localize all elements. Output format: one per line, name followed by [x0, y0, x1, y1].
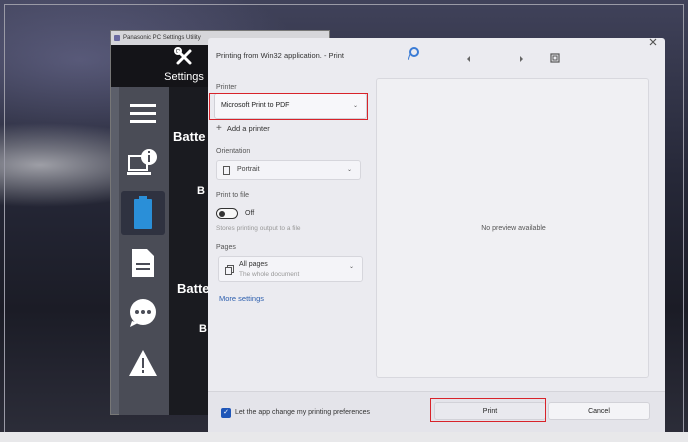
print-to-file-toggle[interactable] — [216, 208, 238, 219]
chevron-down-icon: ⌄ — [352, 103, 358, 109]
pages-selected-value: All pages — [239, 261, 268, 268]
pages-icon — [225, 265, 234, 277]
panasonic-window-title: Panasonic PC Settings Utility — [123, 35, 201, 41]
app-preferences-checkbox[interactable]: ✓ — [221, 408, 231, 418]
page-icon — [223, 165, 230, 183]
no-preview-text: No preview available — [481, 225, 546, 232]
sidebar-document-button[interactable] — [121, 241, 165, 285]
print-to-file-label: Print to file — [216, 192, 250, 199]
bottom-strip — [0, 432, 688, 442]
pages-label: Pages — [216, 244, 236, 251]
app-preferences-label: Let the app change my printing preferenc… — [235, 409, 371, 416]
battery-subheading: B — [197, 185, 205, 197]
more-settings-link[interactable]: More settings — [219, 294, 264, 303]
chat-bubble-icon — [130, 299, 156, 327]
print-preview-pane: No preview available — [376, 78, 649, 378]
orientation-selected-value: Portrait — [237, 166, 260, 173]
prev-page-icon[interactable] — [466, 55, 472, 65]
sidebar-menu-button[interactable] — [121, 91, 165, 135]
checkmark-icon: ✓ — [223, 409, 229, 416]
battery-heading-2: Batte — [177, 281, 210, 296]
tools-icon — [159, 47, 209, 71]
panasonic-sidebar — [119, 87, 169, 415]
pages-select[interactable]: All pages The whole document ⌄ — [218, 256, 363, 282]
add-printer-button[interactable]: + Add a printer — [216, 123, 270, 134]
orientation-select[interactable]: Portrait ⌄ — [216, 160, 361, 180]
toggle-knob — [219, 210, 225, 217]
document-icon — [132, 249, 154, 277]
warning-icon — [129, 350, 157, 376]
chevron-down-icon: ⌄ — [346, 167, 352, 173]
next-page-icon[interactable] — [518, 55, 524, 65]
printer-selected-value: Microsoft Print to PDF — [221, 102, 290, 109]
menu-icon — [130, 104, 156, 123]
sidebar-pc-info-button[interactable] — [121, 141, 165, 185]
battery-heading: Batte — [173, 129, 206, 144]
print-button[interactable]: Print — [434, 402, 546, 420]
add-printer-label: Add a printer — [226, 124, 270, 133]
sidebar-chat-button[interactable] — [121, 291, 165, 335]
fit-page-icon[interactable] — [550, 53, 560, 65]
toggle-state-label: Off — [245, 210, 255, 217]
print-dialog: Printing from Win32 application. - Print… — [208, 38, 665, 434]
pages-selected-sub: The whole document — [239, 271, 300, 278]
dialog-footer: ✓ Let the app change my printing prefere… — [208, 391, 665, 434]
tab-settings-label: Settings — [164, 71, 204, 83]
app-logo-icon — [114, 35, 120, 41]
pc-info-icon — [127, 149, 157, 175]
cursor-icon — [407, 46, 420, 63]
battery-icon — [134, 196, 152, 229]
dialog-title: Printing from Win32 application. - Print — [216, 51, 344, 60]
printer-select[interactable]: Microsoft Print to PDF ⌄ — [214, 93, 367, 119]
sidebar-battery-button[interactable] — [121, 191, 165, 235]
sidebar-warning-button[interactable] — [121, 341, 165, 385]
cancel-button[interactable]: Cancel — [548, 402, 650, 420]
tab-settings[interactable]: Settings — [159, 45, 209, 87]
plus-icon: + — [216, 123, 222, 134]
printer-label: Printer — [216, 84, 237, 91]
close-icon[interactable] — [646, 38, 660, 52]
print-to-file-description: Stores printing output to a file — [216, 225, 301, 232]
orientation-label: Orientation — [216, 148, 251, 155]
battery-subheading-2: B — [199, 323, 207, 335]
chevron-down-icon: ⌄ — [348, 264, 354, 270]
